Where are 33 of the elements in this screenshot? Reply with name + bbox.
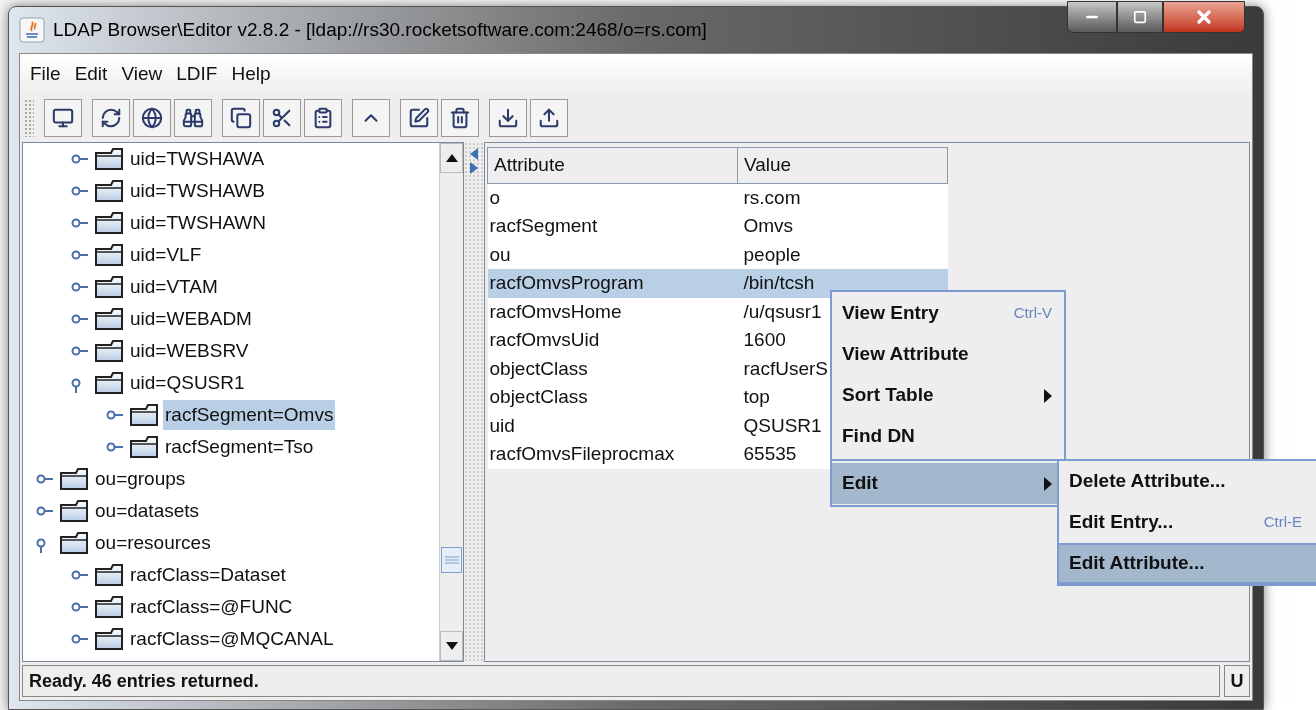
table-cell: racfUserS [743,357,828,379]
table-cell: o [489,187,501,208]
table-cell: objectClass [489,386,588,408]
table-cell: /bin/tcsh [743,272,815,294]
menu-item-label: Delete Attribute... [1069,469,1226,494]
menu-item-label: Edit Entry... [1069,510,1174,535]
table-cell: ou [489,243,511,265]
table-cell: racfOmvsProgram [489,272,644,294]
table-cell: 1600 [743,329,786,351]
table-cell: rs.com [743,187,801,208]
table-cell: people [743,243,801,265]
table-cell: racfOmvsHome [489,300,622,322]
status-indicator: U [1224,665,1250,697]
window-title: LDAP Browser\Editor v2.8.2 - [ldap://rs30.rocketsoftware.com:2468/o=rs.com] [53,17,707,42]
table-cell: racfSegment [489,215,598,237]
table-cell: uid [489,414,515,436]
menu-item-label: Find DN [842,424,915,449]
shortcut-label: Ctrl-E [1263,512,1302,533]
menu-item-label: Sort Table [842,383,934,408]
table-cell: 65535 [743,443,797,465]
table-cell: racfOmvsFileprocmax [489,443,675,465]
menu-item-label: View Entry [842,301,939,326]
table-cell: top [743,386,770,408]
table-cell: objectClass [489,357,588,379]
table-cell: /u/qsusr1 [743,300,822,322]
table-cell: QSUSR1 [743,414,822,436]
table-cell: Omvs [743,215,794,237]
status-message: Ready. 46 entries returned. [22,665,1220,697]
shortcut-label: Ctrl-V [1013,303,1052,324]
menu-item-label: View Attribute [842,342,969,367]
table-cell: racfOmvsUid [489,329,600,351]
menu-item-label: Edit Attribute... [1069,551,1205,576]
menu-item-label: Edit [842,471,878,496]
